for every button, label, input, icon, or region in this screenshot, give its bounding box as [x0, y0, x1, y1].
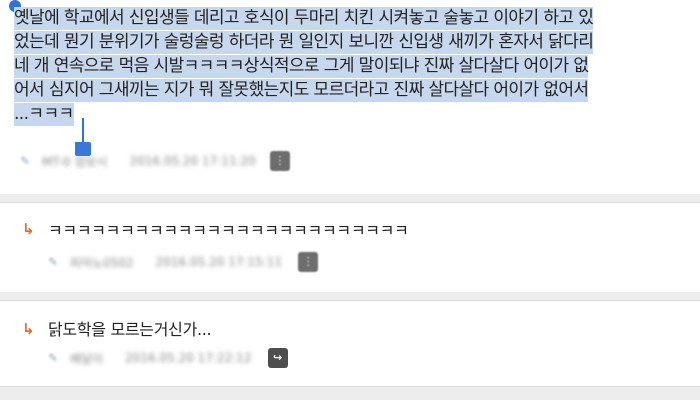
- comment-time: 2016.05.20 17:15:11: [155, 255, 283, 269]
- comment: ↳ ㅋㅋㅋㅋㅋㅋㅋㅋㅋㅋㅋㅋㅋㅋㅋㅋㅋㅋㅋㅋㅋㅋㅋㅋㅋ ✎ 피아노0502 20…: [0, 202, 700, 293]
- user-icon: ✎: [48, 255, 59, 269]
- selection-end-handle[interactable]: [75, 118, 91, 156]
- post-author[interactable]: MT-0 정보시: [42, 153, 107, 170]
- more-icon[interactable]: ⋮: [269, 151, 290, 171]
- comment-meta: ✎ 피아노0502 2016.05.20 17:15:11 ⋮: [48, 251, 319, 273]
- post-line: 어서 심지어 그새끼는 지가 뭐 잘못했는지도 모르더라고 진짜 살다살다 어이…: [14, 78, 700, 102]
- comment: ↳ 닭도학을 모르는거신가... ✎ 배달이 2016.05.20 17:22:…: [0, 300, 700, 387]
- post-line: 옛날에 학교에서 신입생들 데리고 호식이 두마리 치킨 시켜놓고 술놓고 이야…: [14, 6, 700, 30]
- separator: [0, 292, 700, 300]
- post-line-text: ...ㅋㅋㅋ: [14, 103, 74, 126]
- reply-arrow-icon: ↳: [22, 320, 35, 338]
- separator: [0, 386, 700, 400]
- user-icon: ✎: [20, 154, 31, 168]
- post-line-text: 어서 심지어 그새끼는 지가 뭐 잘못했는지도 모르더라고 진짜 살다살다 어이…: [14, 79, 589, 102]
- comment-time: 2016.05.20 17:22:12: [125, 351, 252, 365]
- post-time: 2016.05.20 17:11:20: [129, 154, 256, 168]
- post-line: 었는데 뭔기 분위기가 술렁술렁 하더라 뭔 일인지 보니깐 신입생 새끼가 혼…: [14, 30, 700, 54]
- more-icon[interactable]: ⋮: [298, 252, 319, 272]
- post: 옛날에 학교에서 신입생들 데리고 호식이 두마리 치킨 시켜놓고 술놓고 이야…: [0, 0, 700, 194]
- user-icon: ✎: [48, 351, 59, 365]
- comment-text: 닭도학을 모르는거신가...: [48, 320, 212, 339]
- post-line: 네 개 연속으로 먹음 시발ㅋㅋㅋㅋ상식적으로 그게 말이되냐 진짜 살다살다 …: [14, 54, 700, 78]
- comment-author[interactable]: 배달이: [70, 350, 103, 367]
- comment-text: ㅋㅋㅋㅋㅋㅋㅋㅋㅋㅋㅋㅋㅋㅋㅋㅋㅋㅋㅋㅋㅋㅋㅋㅋㅋ: [48, 221, 409, 240]
- comment-author[interactable]: 피아노0502: [70, 254, 134, 271]
- reply-share-icon[interactable]: ↪: [267, 348, 288, 368]
- reply-arrow-icon: ↳: [22, 220, 35, 238]
- post-line: ...ㅋㅋㅋ: [14, 102, 700, 126]
- separator: [0, 194, 700, 202]
- post-body[interactable]: 옛날에 학교에서 신입생들 데리고 호식이 두마리 치킨 시켜놓고 술놓고 이야…: [14, 6, 700, 126]
- post-line-text: 옛날에 학교에서 신입생들 데리고 호식이 두마리 치킨 시켜놓고 술놓고 이야…: [14, 7, 594, 30]
- comment-meta: ✎ 배달이 2016.05.20 17:22:12 ↪: [48, 347, 288, 369]
- post-line-text: 었는데 뭔기 분위기가 술렁술렁 하더라 뭔 일인지 보니깐 신입생 새끼가 혼…: [14, 31, 594, 54]
- post-meta: ✎ MT-0 정보시 2016.05.20 17:11:20 ⋮: [20, 150, 290, 172]
- board-page: 옛날에 학교에서 신입생들 데리고 호식이 두마리 치킨 시켜놓고 술놓고 이야…: [0, 0, 700, 400]
- post-line-text: 네 개 연속으로 먹음 시발ㅋㅋㅋㅋ상식적으로 그게 말이되냐 진짜 살다살다 …: [14, 55, 589, 78]
